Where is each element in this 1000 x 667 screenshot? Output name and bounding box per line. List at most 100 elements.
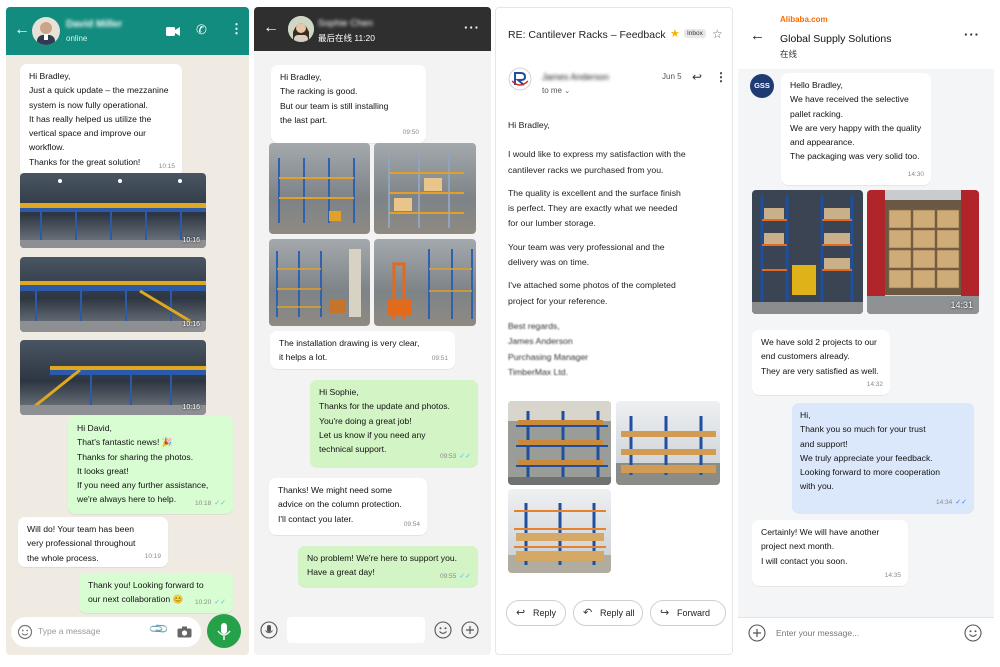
container-photo[interactable]: 14:31 <box>867 190 979 314</box>
message-time: 10:19 <box>144 552 161 560</box>
message-bubble[interactable]: Hi Bradley, Just a quick update – the me… <box>20 64 182 177</box>
recipient-toggle[interactable]: to me ⌄ <box>542 86 570 95</box>
message-bubble[interactable]: Thanks! We might need some advice on the… <box>269 478 427 535</box>
message-bubble[interactable]: Hi Sophie, Thanks for the update and pho… <box>310 380 478 467</box>
message-line: with you. <box>800 481 834 492</box>
email-paragraph: I would like to express my satisfaction … <box>508 147 728 178</box>
alibaba-logo: Alibaba.com <box>780 15 828 24</box>
back-arrow-icon[interactable]: ← <box>14 21 30 39</box>
message-input[interactable]: Enter your message... <box>776 628 859 638</box>
to-me-label: to me <box>542 86 563 95</box>
email-line: delivery was on time. <box>508 257 590 268</box>
racking-photo[interactable] <box>269 239 370 326</box>
emoji-icon[interactable] <box>17 624 33 640</box>
cantilever-photo[interactable] <box>616 401 720 485</box>
message-line: Thanks for sharing the photos. <box>77 451 194 462</box>
forward-icon: ↪ <box>660 607 670 619</box>
email-signature: Best regards, James Anderson Purchasing … <box>508 319 728 380</box>
avatar[interactable]: GSS <box>750 74 774 98</box>
signature-line: TimberMax Ltd. <box>508 366 569 377</box>
more-options-icon[interactable]: ⋮ <box>715 70 727 84</box>
message-line: workflow. <box>29 142 65 153</box>
forward-button[interactable]: ↪ Forward <box>650 600 726 626</box>
message-bubble[interactable]: Certainly! We will have another project … <box>752 520 908 586</box>
avatar[interactable] <box>288 16 314 42</box>
emoji-icon[interactable] <box>964 624 982 642</box>
message-bubble[interactable]: Hello Bradley, We have received the sele… <box>781 73 931 185</box>
back-arrow-icon[interactable]: ← <box>750 27 765 44</box>
message-line: pallet racking. <box>790 108 844 119</box>
photo-time: 10:16 <box>182 237 200 244</box>
email-subject: RE: Cantilever Racks – Feedback <box>508 29 666 41</box>
read-ticks-icon: ✓✓ <box>214 598 226 606</box>
back-arrow-icon[interactable]: ← <box>263 19 279 37</box>
racking-photo[interactable] <box>374 143 476 234</box>
more-options-icon[interactable]: ⋮ <box>230 21 243 37</box>
message-line: Hi David, <box>77 423 112 433</box>
pallet-racking-photo[interactable] <box>752 190 863 314</box>
voice-icon[interactable] <box>260 621 278 639</box>
avatar[interactable] <box>32 17 60 45</box>
star-outline-icon[interactable]: ☆ <box>712 27 723 41</box>
message-line: Will do! Your team has been <box>27 524 135 534</box>
message-bubble[interactable]: Thank you! Looking forward to our next c… <box>79 573 233 613</box>
read-ticks-icon: ✓✓ <box>459 452 471 460</box>
message-line: Hi Sophie, <box>319 387 359 397</box>
message-line: the whole process. <box>27 552 99 563</box>
message-line: Thanks for the great solution! <box>29 156 141 167</box>
mezzanine-photo[interactable]: 10:16 <box>20 257 206 332</box>
add-icon[interactable] <box>461 621 479 639</box>
emoji-icon[interactable] <box>434 621 452 639</box>
reply-icon[interactable]: ↩ <box>692 70 702 84</box>
message-line: We are very happy with the quality <box>790 122 922 133</box>
reply-all-button[interactable]: ↶ Reply all <box>573 600 643 626</box>
signature-line: James Anderson <box>508 336 573 347</box>
message-bubble[interactable]: The installation drawing is very clear, … <box>270 331 455 369</box>
chevron-down-icon: ⌄ <box>564 88 571 95</box>
message-time-wrap: 10:20 ✓✓ <box>195 596 226 610</box>
message-line: vertical space and improve our <box>29 128 147 139</box>
message-bubble[interactable]: Hi Bradley, The racking is good. But our… <box>271 65 426 143</box>
message-input[interactable] <box>287 617 425 643</box>
message-line: Hi, <box>800 410 811 420</box>
cantilever-photo[interactable] <box>508 401 611 485</box>
message-bubble[interactable]: Hi, Thank you so much for your trust and… <box>792 403 974 513</box>
add-icon[interactable] <box>748 624 766 642</box>
racking-photo[interactable] <box>374 239 476 326</box>
alibaba-chat: Alibaba.com ← Global Supply Solutions 在线… <box>738 7 994 655</box>
message-line: project next month. <box>761 541 835 552</box>
message-bubble[interactable]: No problem! We're here to support you. H… <box>298 546 478 587</box>
message-line: Just a quick update – the mezzanine <box>29 85 169 96</box>
message-bubble[interactable]: We have sold 2 projects to our end custo… <box>752 330 890 395</box>
message-line: end customers already. <box>761 351 850 362</box>
reply-button[interactable]: ↩ Reply <box>506 600 566 626</box>
mic-button[interactable] <box>207 614 241 648</box>
chat-title[interactable]: Global Supply Solutions <box>780 33 892 45</box>
camera-icon[interactable] <box>177 625 192 638</box>
message-line: Hello Bradley, <box>790 80 843 90</box>
cantilever-photo[interactable] <box>508 489 611 573</box>
racking-photo[interactable] <box>269 143 370 234</box>
more-options-icon[interactable]: ··· <box>464 20 480 35</box>
contact-name[interactable]: Sophie Chen <box>318 18 373 29</box>
message-line: Hi Bradley, <box>29 71 71 81</box>
email-date: Jun 5 <box>662 72 682 81</box>
video-call-icon[interactable] <box>166 24 180 36</box>
mezzanine-photo[interactable]: 10:16 <box>20 340 206 415</box>
message-bubble[interactable]: Hi David, That's fantastic news! 🎉 Thank… <box>68 416 233 514</box>
contact-status: online <box>66 34 88 43</box>
star-yellow-icon: ★ <box>670 28 680 40</box>
inbox-label[interactable]: Inbox <box>684 29 706 38</box>
sender-name[interactable]: James Anderson <box>542 72 609 82</box>
message-time: 09:51 <box>431 354 448 362</box>
read-ticks-icon: ✓✓ <box>955 498 967 506</box>
phone-call-icon[interactable]: ✆ <box>196 22 207 38</box>
mezzanine-photo[interactable]: 10:16 <box>20 173 206 248</box>
message-line: We have received the selective <box>790 94 909 105</box>
message-line: Thank you so much for your trust <box>800 424 926 435</box>
message-bubble[interactable]: Will do! Your team has been very profess… <box>18 517 168 567</box>
sender-logo <box>508 67 532 91</box>
more-options-icon[interactable]: ··· <box>964 27 980 42</box>
message-input[interactable]: Type a message <box>38 626 100 636</box>
contact-name[interactable]: David Miller <box>66 19 122 30</box>
